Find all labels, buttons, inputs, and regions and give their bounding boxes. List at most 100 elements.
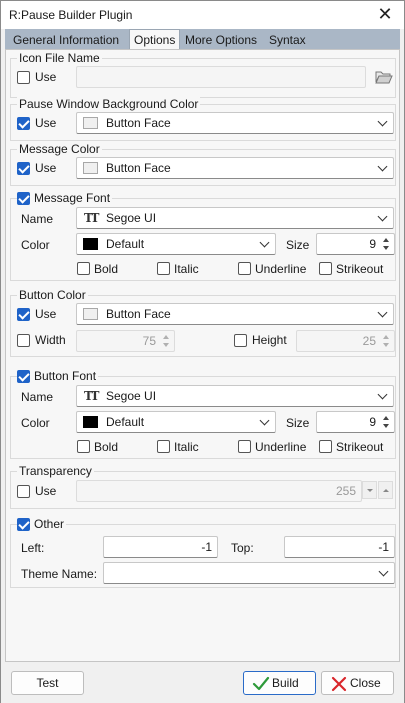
message-font-size-value: 9 [369, 237, 376, 251]
spin-down-icon[interactable] [160, 341, 173, 350]
button-underline-checkbox[interactable] [238, 440, 251, 453]
message-underline-checkbox[interactable] [238, 262, 251, 275]
message-font-checkbox[interactable] [17, 192, 30, 205]
font-icon: TT [84, 211, 100, 225]
icon-file-legend: Icon File Name [17, 51, 102, 66]
button-font-group: Button Font Name TT Segoe UI Color Defau… [10, 369, 396, 459]
message-font-color-label: Color [21, 238, 50, 252]
icon-file-input[interactable] [76, 66, 366, 88]
spin-up-icon[interactable] [160, 332, 173, 341]
message-font-size-label: Size [286, 238, 310, 252]
button-width-checkbox[interactable] [17, 334, 30, 347]
tab-syntax[interactable]: Syntax [265, 31, 310, 50]
transparency-up-icon[interactable] [378, 481, 393, 499]
close-window-icon[interactable]: ✕ [376, 4, 394, 24]
transparency-down-icon[interactable] [362, 481, 377, 499]
button-font-checkbox[interactable] [17, 370, 30, 383]
button-color-legend: Button Color [17, 288, 88, 303]
message-font-size-input[interactable]: 9 [316, 233, 395, 255]
button-width-value: 75 [142, 334, 156, 348]
transparency-use-checkbox[interactable] [17, 485, 30, 498]
left-input[interactable]: -1 [103, 536, 218, 558]
button-color-combo[interactable]: Button Face [76, 303, 394, 325]
pause-bg-color-combo[interactable]: Button Face [76, 112, 394, 134]
build-button-label: Build [272, 676, 299, 690]
message-italic-label: Italic [174, 262, 199, 276]
button-font-name-combo[interactable]: TT Segoe UI [76, 385, 394, 407]
message-font-legend-label: Message Font [34, 191, 111, 205]
button-bold-label: Bold [94, 440, 119, 454]
message-font-group: Message Font Name TT Segoe UI Color Defa… [10, 191, 396, 281]
checkmark-icon [252, 676, 270, 691]
icon-file-group: Icon File Name Use [10, 51, 396, 98]
button-height-checkbox[interactable] [234, 334, 247, 347]
button-height-input[interactable]: 25 [296, 330, 395, 352]
message-color-use-label: Use [35, 161, 57, 175]
height-spinner[interactable] [380, 332, 393, 350]
button-font-color-combo[interactable]: Default [76, 411, 276, 433]
chevron-down-icon [377, 389, 389, 403]
other-checkbox[interactable] [17, 518, 30, 531]
message-font-name-combo[interactable]: TT Segoe UI [76, 207, 394, 229]
message-font-color-value: Default [106, 237, 145, 251]
button-font-size-input[interactable]: 9 [316, 411, 395, 433]
spin-up-icon[interactable] [380, 413, 393, 422]
tab-general-information[interactable]: General Information [9, 31, 123, 50]
left-label: Left: [21, 541, 45, 555]
button-italic-label: Italic [174, 440, 199, 454]
pause-bg-color-value: Button Face [106, 116, 171, 130]
button-bold-checkbox[interactable] [77, 440, 90, 453]
chevron-down-icon [377, 161, 389, 175]
button-font-color-value: Default [106, 415, 145, 429]
theme-name-combo[interactable] [103, 562, 395, 584]
button-font-color-label: Color [21, 416, 50, 430]
chevron-down-icon [259, 237, 271, 251]
button-color-group: Button Color Use Button Face Width 75 He… [10, 288, 396, 357]
spin-down-icon[interactable] [380, 244, 393, 253]
transparency-group: Transparency Use 255 [10, 464, 396, 509]
message-font-name-value: Segoe UI [106, 211, 157, 225]
color-swatch [83, 117, 98, 129]
button-strikeout-checkbox[interactable] [319, 440, 332, 453]
spin-down-icon[interactable] [380, 422, 393, 431]
test-button[interactable]: Test [11, 671, 84, 695]
message-color-value: Button Face [106, 161, 171, 175]
button-font-size-value: 9 [369, 415, 376, 429]
color-swatch [83, 238, 98, 250]
tab-options[interactable]: Options [129, 29, 181, 51]
transparency-input[interactable]: 255 [76, 480, 362, 502]
size-spinner[interactable] [380, 413, 393, 431]
button-width-input[interactable]: 75 [76, 330, 175, 352]
button-font-name-label: Name [21, 390, 54, 404]
button-width-label: Width [35, 333, 66, 347]
build-button[interactable]: Build [243, 671, 316, 695]
size-spinner[interactable] [380, 235, 393, 253]
message-color-combo[interactable]: Button Face [76, 157, 394, 179]
icon-file-use-checkbox[interactable] [17, 71, 30, 84]
plugin-window: R:Pause Builder Plugin ✕ General Informa… [0, 0, 405, 703]
tab-more-options[interactable]: More Options [181, 31, 261, 50]
top-input[interactable]: -1 [284, 536, 395, 558]
color-swatch [83, 308, 98, 320]
message-strikeout-checkbox[interactable] [319, 262, 332, 275]
message-italic-checkbox[interactable] [157, 262, 170, 275]
width-spinner[interactable] [160, 332, 173, 350]
chevron-down-icon [377, 116, 389, 130]
top-label: Top: [231, 541, 254, 555]
spin-up-icon[interactable] [380, 235, 393, 244]
message-font-color-combo[interactable]: Default [76, 233, 276, 255]
message-bold-checkbox[interactable] [77, 262, 90, 275]
pause-bg-group: Pause Window Background Color Use Button… [10, 97, 396, 141]
pause-bg-use-checkbox[interactable] [17, 117, 30, 130]
spin-down-icon[interactable] [380, 341, 393, 350]
close-button[interactable]: Close [321, 671, 394, 695]
button-color-use-checkbox[interactable] [17, 308, 30, 321]
button-italic-checkbox[interactable] [157, 440, 170, 453]
spin-up-icon[interactable] [380, 332, 393, 341]
other-group: Other Left: -1 Top: -1 Theme Name: [10, 517, 396, 588]
folder-open-icon[interactable] [375, 69, 393, 85]
window-title: R:Pause Builder Plugin [9, 8, 133, 22]
message-color-use-checkbox[interactable] [17, 162, 30, 175]
message-color-legend: Message Color [17, 142, 102, 157]
button-color-value: Button Face [106, 307, 171, 321]
